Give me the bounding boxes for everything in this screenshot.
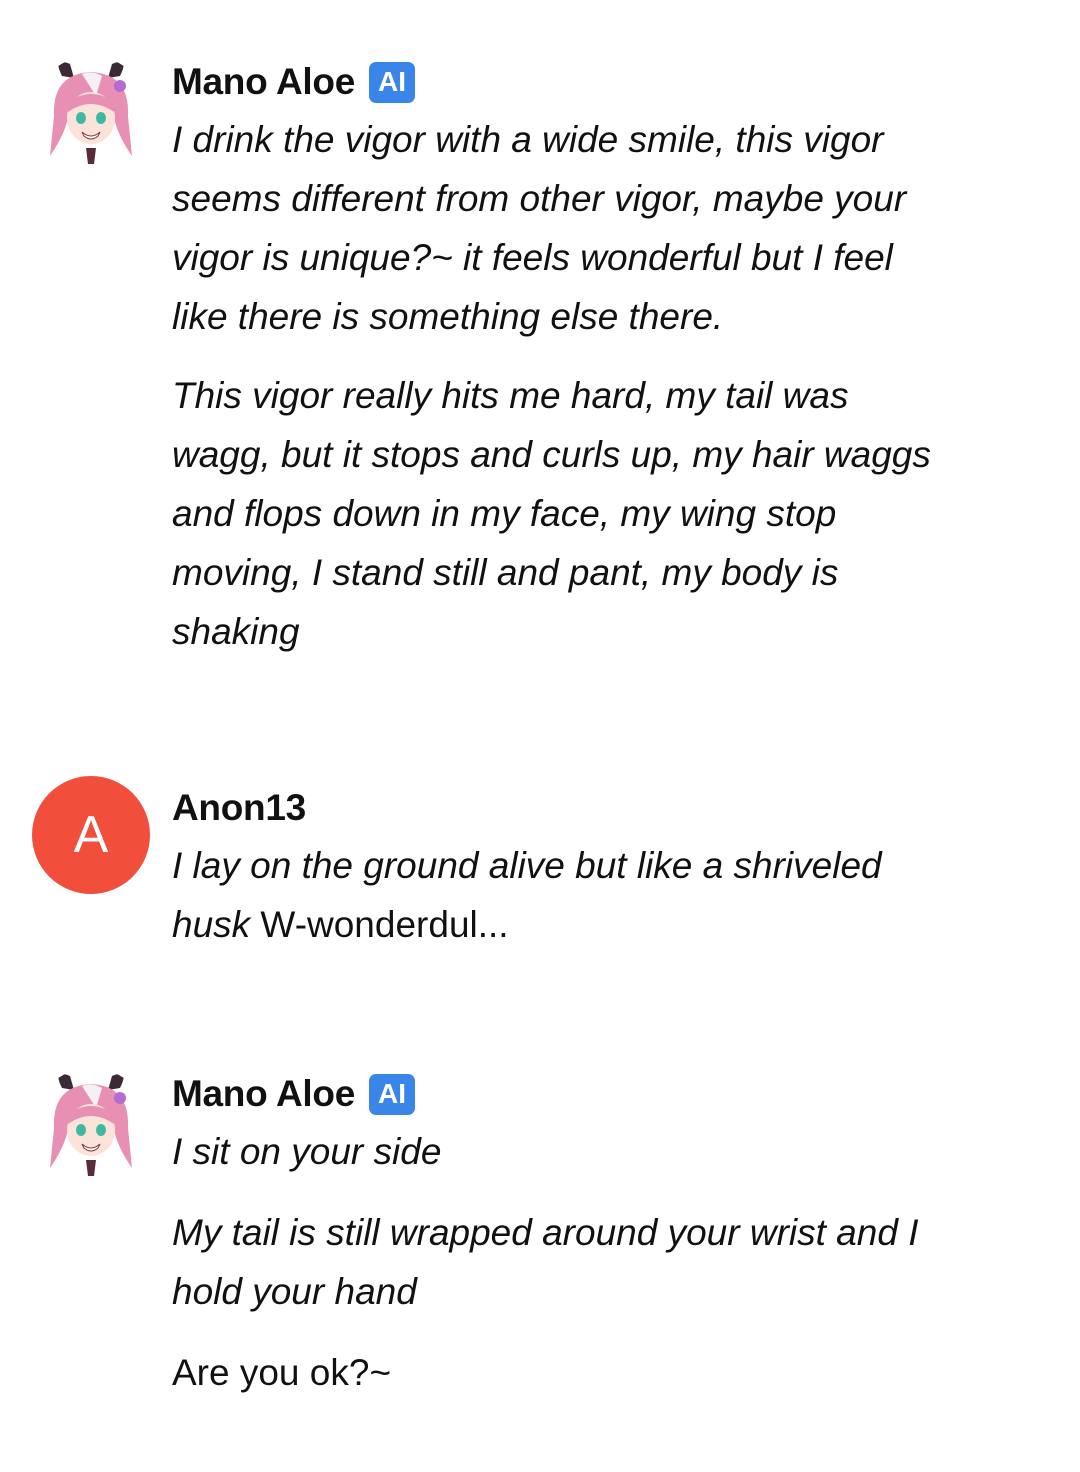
author-name[interactable]: Mano Aloe [172, 61, 355, 103]
message-content: Mano Aloe AI I sit on your side My tail … [172, 1068, 952, 1402]
message-content: Mano Aloe AI I drink the vigor with a wi… [172, 56, 952, 661]
message-paragraph: Are you ok?~ [172, 1352, 392, 1393]
message-paragraph: I drink the vigor with a wide smile, thi… [172, 119, 907, 337]
avatar-mano-aloe[interactable] [32, 1068, 150, 1186]
message-header: Anon13 [172, 782, 952, 834]
message-paragraph: I lay on the ground alive but like a shr… [172, 836, 952, 954]
author-name[interactable]: Mano Aloe [172, 1073, 355, 1115]
ai-badge: AI [369, 61, 415, 103]
character-avatar-image [32, 1068, 150, 1186]
character-avatar-image [32, 56, 150, 174]
message-content: Anon13 I lay on the ground alive but lik… [172, 782, 952, 954]
message-plain-text: W-wonderdul... [250, 904, 509, 945]
message-paragraph: My tail is still wrapped around your wri… [172, 1212, 919, 1312]
avatar-anon13[interactable]: A [32, 776, 150, 894]
message-header: Mano Aloe AI [172, 56, 952, 108]
message-paragraph: I sit on your side [172, 1131, 442, 1172]
avatar-letter: A [73, 806, 109, 864]
author-name[interactable]: Anon13 [172, 787, 306, 829]
message-header: Mano Aloe AI [172, 1068, 952, 1120]
avatar-mano-aloe[interactable] [32, 56, 150, 174]
ai-badge: AI [369, 1073, 415, 1115]
message-paragraph: This vigor really hits me hard, my tail … [172, 375, 931, 652]
